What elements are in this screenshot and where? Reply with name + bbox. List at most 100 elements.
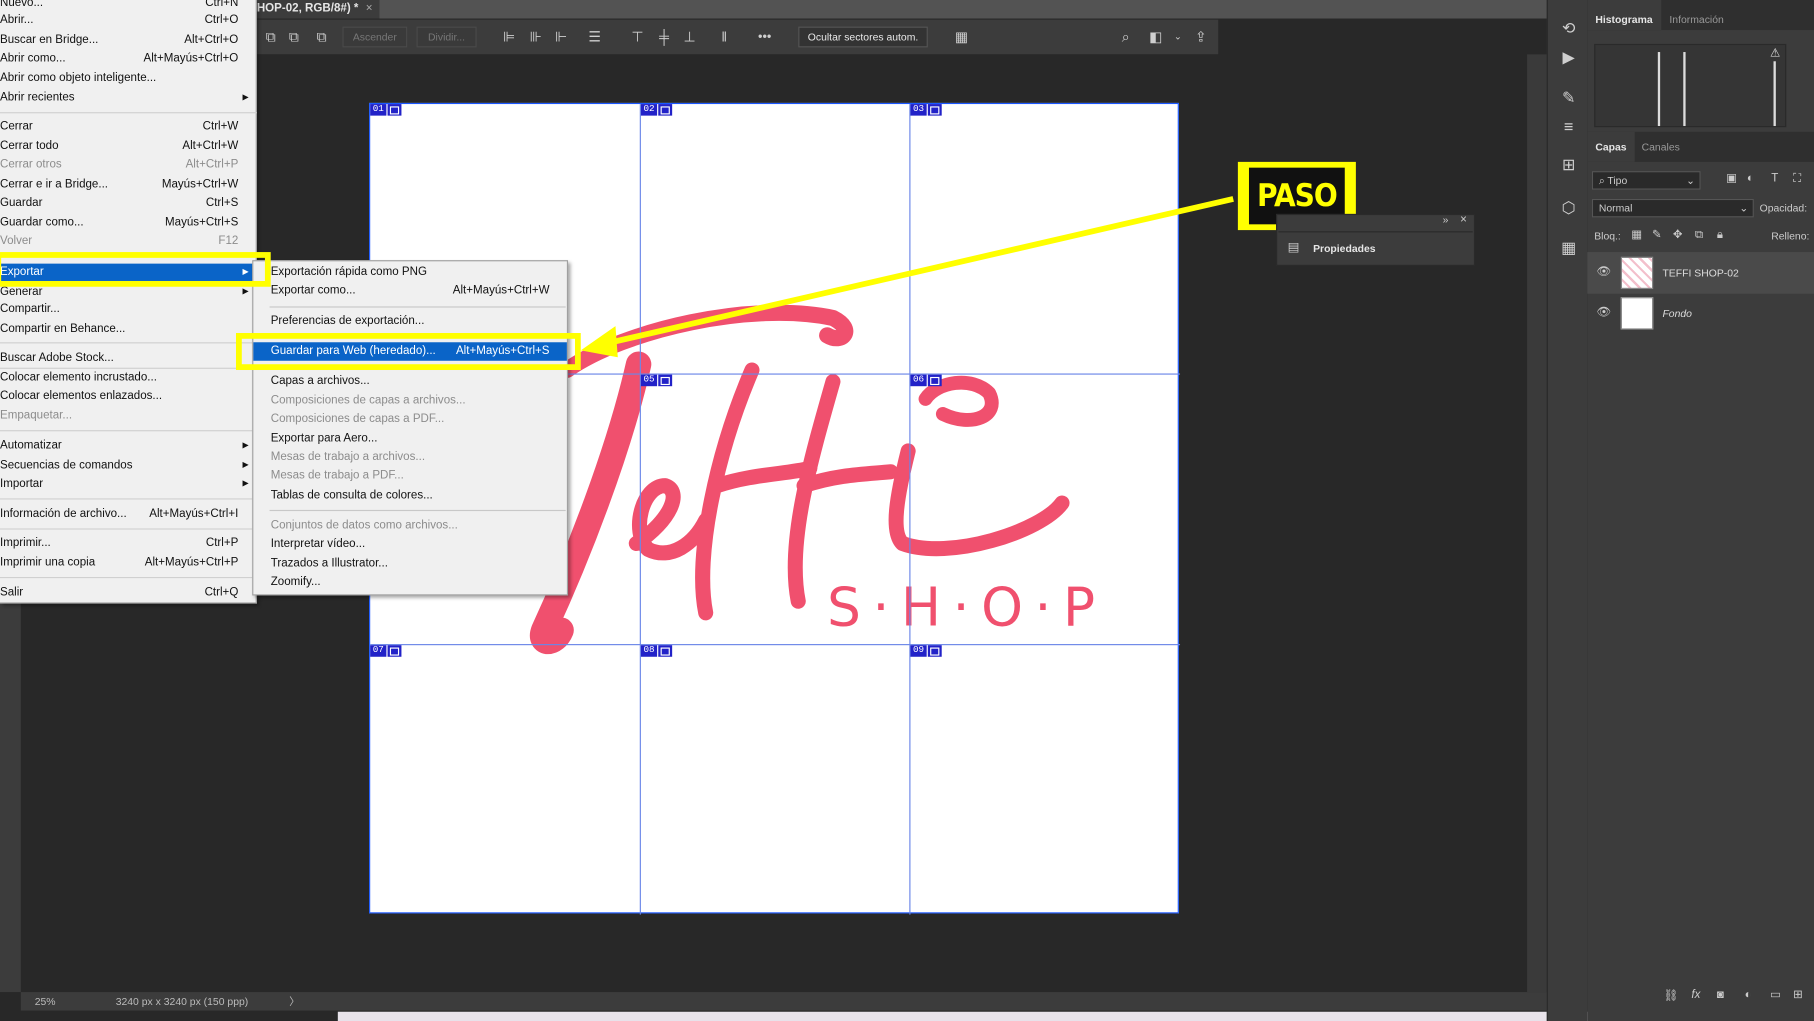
- 3d-cube-icon[interactable]: ⬡: [1558, 197, 1579, 218]
- lock-artboard-icon[interactable]: ⧉: [1695, 229, 1703, 242]
- warning-icon[interactable]: ⚠: [1770, 47, 1780, 60]
- slice-badge[interactable]: 02: [640, 104, 673, 116]
- document-tab[interactable]: HOP-02, RGB/8#) * ×: [252, 0, 380, 19]
- menu-item[interactable]: Cerrar todo Alt+Ctrl+W: [0, 138, 257, 157]
- tab-channels[interactable]: Canales: [1634, 132, 1688, 162]
- menu-item[interactable]: Abrir recientes ▶: [0, 89, 257, 108]
- artboard-icon[interactable]: ▦: [1558, 237, 1579, 258]
- submenu-item[interactable]: Trazados a Illustrator...: [253, 555, 567, 574]
- submenu-item[interactable]: Preferencias de exportación...: [253, 312, 567, 331]
- menu-item[interactable]: Cerrar e ir a Bridge... Mayús+Ctrl+W: [0, 176, 257, 195]
- slice-badge[interactable]: 07: [370, 645, 402, 657]
- ascender-button[interactable]: Ascender: [342, 26, 408, 48]
- align-center-icon[interactable]: ⊪: [528, 29, 544, 45]
- slice-badge[interactable]: 09: [910, 645, 942, 657]
- filter-shape-icon[interactable]: ⛶: [1793, 172, 1801, 185]
- blend-mode-select[interactable]: Normal ⌄: [1591, 198, 1754, 218]
- menu-item[interactable]: Colocar elemento incrustado...: [0, 369, 257, 388]
- submenu-item[interactable]: Zoomify...: [253, 574, 567, 593]
- layer-name[interactable]: TEFFI SHOP-02: [1662, 252, 1738, 294]
- menu-item[interactable]: Compartir...: [0, 301, 257, 320]
- menu-item[interactable]: Salir Ctrl+Q: [0, 584, 257, 603]
- adjustments-icon[interactable]: ≡: [1558, 116, 1579, 137]
- slice-badge[interactable]: 05: [640, 374, 673, 387]
- submenu-item[interactable]: Exportar como... Alt+Mayús+Ctrl+W: [253, 282, 567, 301]
- menu-item[interactable]: Buscar en Bridge... Alt+Ctrl+O: [0, 31, 257, 50]
- align-layers-icon[interactable]: ⧉: [263, 29, 279, 45]
- submenu-item[interactable]: Capas a archivos...: [253, 372, 567, 391]
- tab-info[interactable]: Información: [1661, 0, 1732, 30]
- status-menu-arrow[interactable]: 〉: [289, 992, 299, 1011]
- workspace-icon[interactable]: ◧: [1148, 29, 1164, 45]
- hide-auto-slices-button[interactable]: Ocultar sectores autom.: [798, 26, 928, 48]
- slice-badge[interactable]: 01: [370, 104, 402, 116]
- menu-item[interactable]: Secuencias de comandos ▶: [0, 457, 257, 476]
- filter-adjust-icon[interactable]: ◐: [1747, 172, 1754, 185]
- filter-image-icon[interactable]: ▣: [1726, 172, 1737, 185]
- zoom-level[interactable]: 25%: [35, 992, 56, 1011]
- distribute-icon[interactable]: ⧉: [286, 29, 302, 45]
- align-bottom-icon[interactable]: ⊥: [681, 29, 697, 45]
- slice-badge[interactable]: 03: [910, 104, 942, 116]
- layer-filter-select[interactable]: ⌕ Tipo ⌄: [1591, 171, 1701, 190]
- adjustment-layer-icon[interactable]: ◐: [1745, 989, 1752, 1002]
- submenu-item[interactable]: Tablas de consulta de colores...: [253, 487, 567, 506]
- menu-item[interactable]: Guardar Ctrl+S: [0, 194, 257, 213]
- menu-item[interactable]: Información de archivo... Alt+Mayús+Ctrl+…: [0, 505, 257, 524]
- more-options-icon[interactable]: •••: [757, 29, 773, 45]
- play-icon[interactable]: ▶: [1558, 46, 1579, 67]
- visibility-eye-icon[interactable]: 👁︎: [1597, 306, 1612, 320]
- layer-row[interactable]: 👁︎ Fondo: [1587, 293, 1814, 335]
- new-group-icon[interactable]: ▭: [1770, 989, 1781, 1002]
- lock-transparency-icon[interactable]: ▦: [1631, 229, 1642, 242]
- brush-icon[interactable]: ✎: [1558, 87, 1579, 108]
- lock-paint-icon[interactable]: ✎: [1652, 229, 1662, 242]
- tab-histogram[interactable]: Histograma: [1587, 0, 1661, 31]
- stack-icon[interactable]: ⧉: [314, 29, 330, 45]
- menu-item[interactable]: Abrir como objeto inteligente...: [0, 69, 257, 88]
- menu-item[interactable]: Guardar como... Mayús+Ctrl+S: [0, 214, 257, 233]
- visibility-eye-icon[interactable]: 👁︎: [1597, 266, 1612, 280]
- menu-item[interactable]: Importar ▶: [0, 475, 257, 494]
- filter-text-icon[interactable]: T: [1771, 172, 1778, 185]
- align-left-icon[interactable]: ⊫: [501, 29, 517, 45]
- submenu-item[interactable]: Interpretar vídeo...: [253, 535, 567, 554]
- align-right-icon[interactable]: ⊩: [553, 29, 569, 45]
- slice-badge[interactable]: 08: [640, 645, 673, 657]
- search-icon[interactable]: ⌕: [1118, 29, 1134, 45]
- menu-item[interactable]: Imprimir... Ctrl+P: [0, 534, 257, 553]
- close-icon[interactable]: ×: [366, 0, 373, 19]
- tab-layers[interactable]: Capas: [1587, 131, 1635, 162]
- menu-item[interactable]: Imprimir una copia Alt+Mayús+Ctrl+P: [0, 554, 257, 573]
- menu-item[interactable]: Automatizar ▶: [0, 437, 257, 456]
- submenu-item[interactable]: Exportación rápida como PNG: [253, 264, 567, 283]
- chevron-down-icon[interactable]: ⌄: [1170, 29, 1186, 45]
- submenu-item[interactable]: Exportar para Aero...: [253, 430, 567, 449]
- menu-item[interactable]: Buscar Adobe Stock...: [0, 349, 257, 368]
- menu-item[interactable]: Abrir... Ctrl+O: [0, 12, 257, 31]
- layer-name[interactable]: Fondo: [1662, 293, 1692, 335]
- fx-icon[interactable]: fx: [1691, 989, 1700, 1002]
- share-icon[interactable]: ⇪: [1193, 29, 1209, 45]
- slice-badge[interactable]: 06: [910, 374, 942, 387]
- menu-item[interactable]: Cerrar Ctrl+W: [0, 118, 257, 137]
- distribute-vertical-icon[interactable]: ‖: [716, 29, 732, 45]
- vertical-scrollbar[interactable]: [1527, 54, 1547, 993]
- align-middle-icon[interactable]: ╪: [656, 29, 672, 45]
- layer-row[interactable]: 👁︎ TEFFI SHOP-02: [1587, 252, 1814, 294]
- divide-button[interactable]: Dividir...: [416, 26, 477, 48]
- add-mask-icon[interactable]: ◙: [1717, 989, 1724, 1002]
- collapse-icon[interactable]: »: [1443, 214, 1449, 226]
- history-icon[interactable]: ⟲: [1558, 17, 1579, 38]
- slice-options-icon[interactable]: ▦: [953, 29, 969, 45]
- properties-panel[interactable]: » × ▤ Propiedades: [1276, 213, 1476, 266]
- menu-item[interactable]: Abrir como... Alt+Mayús+Ctrl+O: [0, 50, 257, 69]
- align-top-icon[interactable]: ⊤: [629, 29, 645, 45]
- distribute-horizontal-icon[interactable]: ☰: [587, 29, 603, 45]
- new-layer-icon[interactable]: ⊞: [1793, 989, 1803, 1002]
- link-layers-icon[interactable]: ⛓: [1664, 990, 1679, 1003]
- lock-move-icon[interactable]: ✥: [1673, 229, 1683, 242]
- layer-comps-icon[interactable]: ⊞: [1558, 154, 1579, 175]
- lock-all-icon[interactable]: 🔒︎: [1717, 229, 1723, 242]
- menu-item[interactable]: Colocar elementos enlazados...: [0, 387, 257, 406]
